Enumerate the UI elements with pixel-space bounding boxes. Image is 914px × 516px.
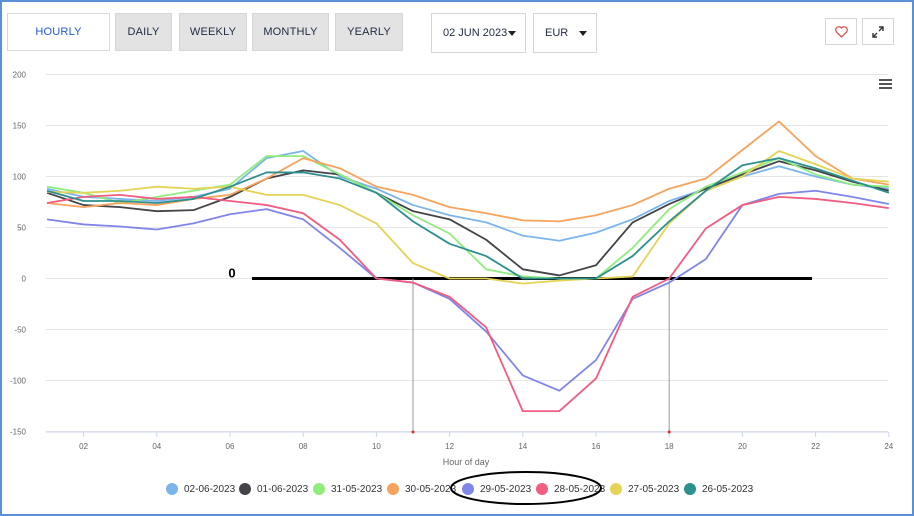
vertical-marker-dot (667, 430, 671, 434)
legend-label: 26-05-2023 (702, 483, 754, 495)
legend-swatch (684, 483, 696, 495)
y-tick-label: 100 (13, 173, 27, 182)
legend-item-31-05-2023[interactable]: 31-05-2023 (313, 481, 382, 497)
series-line-31-05-2023 (46, 155, 889, 280)
legend-label: 02-06-2023 (184, 483, 236, 495)
legend-swatch (462, 483, 474, 495)
x-axis-label: Hour of day (443, 457, 490, 467)
legend-item-26-05-2023[interactable]: 26-05-2023 (684, 481, 753, 497)
x-tick-label: 04 (152, 442, 161, 451)
y-tick-label: 150 (13, 122, 27, 131)
legend-swatch (536, 483, 548, 495)
legend-swatch (239, 483, 251, 495)
legend-item-30-05-2023[interactable]: 30-05-2023 (387, 481, 456, 497)
legend-label: 30-05-2023 (405, 483, 457, 495)
chart-legend: 02-06-2023 01-06-2023 31-05-2023 30-05-2023… (0, 481, 914, 497)
x-tick-label: 22 (811, 442, 820, 451)
series-line-29-05-2023 (46, 189, 889, 392)
y-tick-label: 50 (17, 224, 26, 233)
legend-item-28-05-2023[interactable]: 28-05-2023 (536, 481, 605, 497)
zero-annotation-label: 0 (228, 266, 235, 281)
legend-label: 31-05-2023 (331, 483, 383, 495)
x-tick-label: 16 (592, 442, 601, 451)
legend-swatch (387, 483, 399, 495)
x-tick-label: 18 (665, 442, 674, 451)
legend-item-29-05-2023[interactable]: 29-05-2023 (462, 481, 531, 497)
x-tick-label: 24 (884, 442, 893, 451)
vertical-marker-dot (411, 430, 415, 434)
y-tick-label: 0 (22, 275, 27, 284)
line-chart: 200150100500-50-100-150 02 04 06 08 10 12 14 16… (10, 71, 894, 468)
x-tick-label: 02 (79, 442, 88, 451)
x-tick-label: 12 (445, 442, 454, 451)
y-tick-label: -150 (10, 428, 27, 437)
x-tick-label: 08 (299, 442, 308, 451)
legend-swatch (313, 483, 325, 495)
legend-label: 28-05-2023 (554, 483, 606, 495)
legend-swatch (610, 483, 622, 495)
x-tick-label: 06 (226, 442, 235, 451)
legend-label: 27-05-2023 (628, 483, 680, 495)
x-tick-label: 10 (372, 442, 381, 451)
legend-item-01-06-2023[interactable]: 01-06-2023 (239, 481, 308, 497)
legend-label: 29-05-2023 (480, 483, 532, 495)
y-tick-label: 200 (13, 71, 27, 80)
x-tick-label: 14 (518, 442, 527, 451)
y-tick-label: -100 (10, 377, 27, 386)
legend-swatch (166, 483, 178, 495)
x-tick-label: 20 (738, 442, 747, 451)
legend-label: 01-06-2023 (257, 483, 309, 495)
y-tick-label: -50 (14, 326, 26, 335)
legend-item-27-05-2023[interactable]: 27-05-2023 (610, 481, 679, 497)
legend-item-02-06-2023[interactable]: 02-06-2023 (166, 481, 235, 497)
